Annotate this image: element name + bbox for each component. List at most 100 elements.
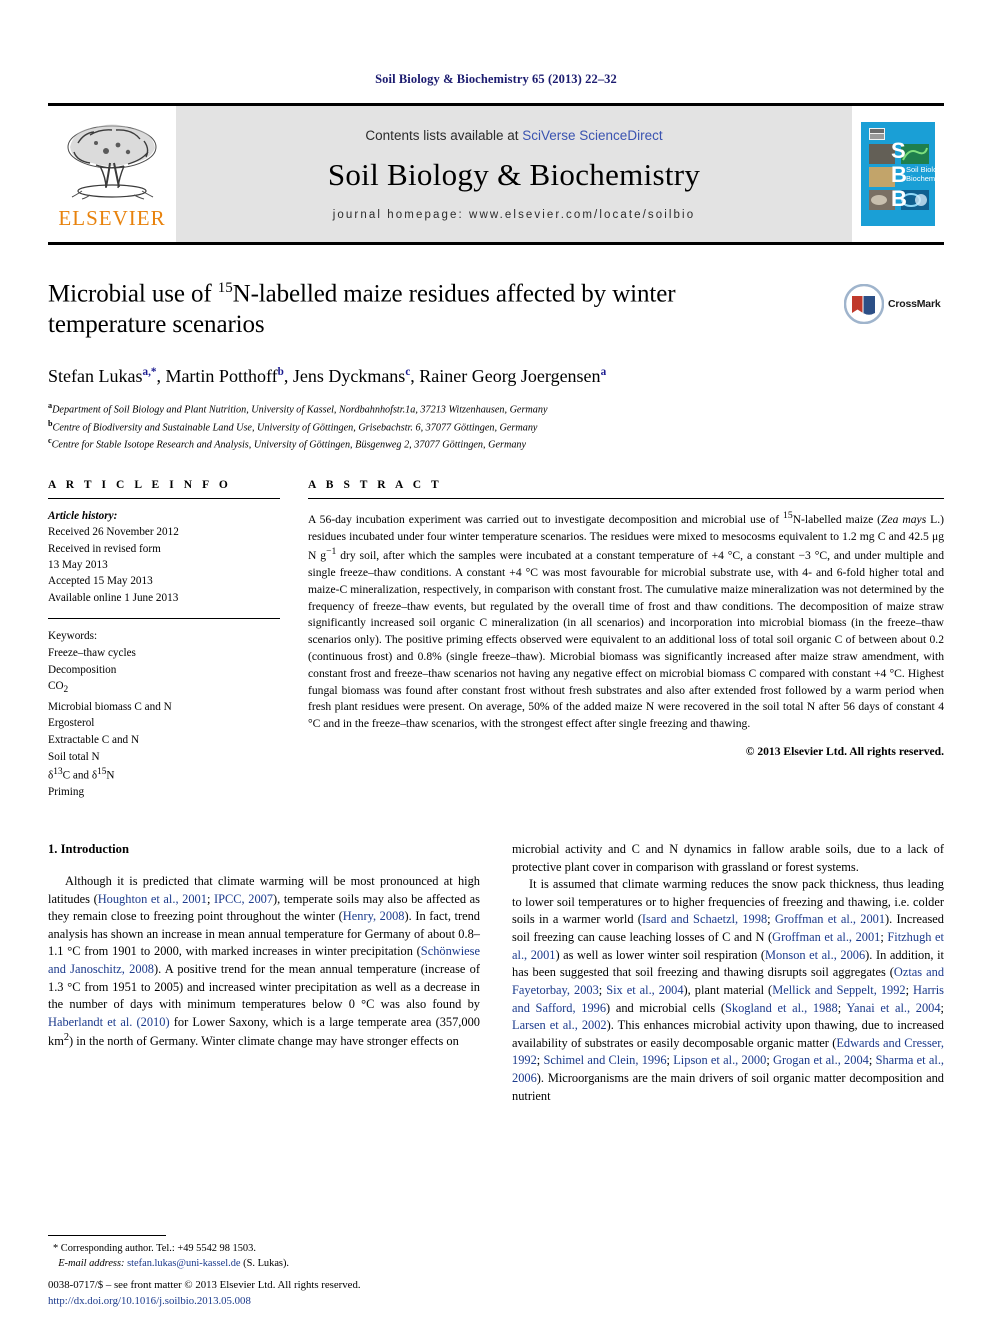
info-abstract-section: A R T I C L E I N F O Article history: R… xyxy=(48,479,944,801)
email-link[interactable]: stefan.lukas@uni-kassel.de xyxy=(127,1258,240,1269)
keywords-block: Keywords: Freeze–thaw cycles Decompositi… xyxy=(48,619,280,801)
abstract-body: A 56-day incubation experiment was carri… xyxy=(308,499,944,733)
title-text-part1: Microbial use of xyxy=(48,280,218,308)
history-item: Received 26 November 2012 xyxy=(48,526,179,539)
citation-link[interactable]: Grogan et al., 2004 xyxy=(773,1053,869,1067)
article-history-label: Article history: xyxy=(48,509,118,522)
citation-link[interactable]: Schimel and Clein, 1996 xyxy=(544,1053,667,1067)
citation-link[interactable]: Mellick and Seppelt, 1992 xyxy=(772,983,905,997)
journal-cover-image: S B B Soil Biology & Biochemistry xyxy=(861,122,935,226)
abstract-species-name: Zea mays xyxy=(881,512,927,526)
citation-link[interactable]: Houghton et al., 2001 xyxy=(98,892,207,906)
author-name: Martin Potthoff xyxy=(165,366,278,386)
citation-link[interactable]: Isard and Schaetzl, 1998 xyxy=(642,912,767,926)
footnote-area: * Corresponding author. Tel.: +49 5542 9… xyxy=(48,1234,480,1271)
affiliation-text: Department of Soil Biology and Plant Nut… xyxy=(52,404,548,416)
author-affiliation-marker: a xyxy=(600,366,607,378)
intro-text: ) as well as lower winter soil respirati… xyxy=(555,947,765,962)
elsevier-wordmark: ELSEVIER xyxy=(58,206,166,230)
affiliation-text: Centre of Biodiversity and Sustainable L… xyxy=(52,422,538,434)
article-info-heading: A R T I C L E I N F O xyxy=(48,478,232,491)
title-block: Microbial use of 15N-labelled maize resi… xyxy=(48,279,944,349)
section-heading-introduction: 1. Introduction xyxy=(48,842,129,857)
svg-text:Biochemistry: Biochemistry xyxy=(906,174,935,183)
citation-link[interactable]: Groffman et al., 2001 xyxy=(775,912,885,926)
article-body: 1. Introduction Although it is predicted… xyxy=(48,841,944,1105)
abstract-heading: A B S T R A C T xyxy=(308,478,443,491)
abstract-sup-15n: 15 xyxy=(783,509,793,521)
citation-link[interactable]: Lipson et al., 2000 xyxy=(673,1053,766,1067)
intro-text: ; xyxy=(940,1000,944,1015)
journal-masthead: ELSEVIER Contents lists available at Sci… xyxy=(48,103,944,245)
keywords-label: Keywords: xyxy=(48,629,98,642)
citation-link[interactable]: Skogland et al., 1988 xyxy=(725,1001,838,1015)
issn-copyright-line: 0038-0717/$ – see front matter © 2013 El… xyxy=(48,1278,361,1291)
intro-text: ; xyxy=(206,891,214,906)
citation-link[interactable]: Henry, 2008 xyxy=(343,909,405,923)
citation-link[interactable]: Six et al., 2004 xyxy=(606,983,683,997)
keyword-item: CO2 xyxy=(48,680,69,696)
doi-link[interactable]: http://dx.doi.org/10.1016/j.soilbio.2013… xyxy=(48,1293,361,1309)
email-label: E-mail address: xyxy=(58,1257,125,1269)
sciencedirect-link[interactable]: SciVerse ScienceDirect xyxy=(522,128,662,143)
citation-link[interactable]: Groffman et al., 2001 xyxy=(772,930,880,944)
abstract-text-2: N-labelled maize ( xyxy=(792,512,882,526)
abstract-sup-gram: −1 xyxy=(326,546,337,558)
affiliation-item: bCentre of Biodiversity and Sustainable … xyxy=(48,418,944,435)
citation-link[interactable]: Monson et al., 2006 xyxy=(765,948,865,962)
intro-text: ; xyxy=(905,982,914,997)
affiliation-item: cCentre for Stable Isotope Research and … xyxy=(48,435,944,452)
intro-text: ; xyxy=(868,1053,876,1068)
corresponding-author-note: * Corresponding author. Tel.: +49 5542 9… xyxy=(53,1242,256,1254)
author-affiliation-marker: c xyxy=(405,366,411,378)
citation-link[interactable]: Larsen et al., 2002 xyxy=(512,1018,607,1032)
svg-text:B: B xyxy=(891,162,907,187)
article-info-column: A R T I C L E I N F O Article history: R… xyxy=(48,479,280,801)
elsevier-logo: ELSEVIER xyxy=(48,106,176,242)
history-item: Received in revised form xyxy=(48,542,161,555)
intro-paragraph-left: Although it is predicted that climate wa… xyxy=(48,873,480,1051)
keyword-item: Priming xyxy=(48,786,85,799)
author-affiliation-marker: b xyxy=(277,366,284,378)
author-affiliation-marker: a,* xyxy=(142,366,157,378)
elsevier-tree-icon xyxy=(67,124,157,200)
journal-article-page: Soil Biology & Biochemistry 65 (2013) 22… xyxy=(0,0,992,1323)
intro-text: ; xyxy=(536,1053,544,1068)
email-note: E-mail address: stefan.lukas@uni-kassel.… xyxy=(48,1256,480,1271)
crossmark-badge[interactable]: CrossMark xyxy=(844,281,944,327)
body-column-left: 1. Introduction Although it is predicted… xyxy=(48,841,480,1105)
citation-link[interactable]: IPCC, 2007 xyxy=(214,892,273,906)
journal-cover-thumbnail: S B B Soil Biology & Biochemistry xyxy=(852,106,944,242)
page-title: Microbial use of 15N-labelled maize resi… xyxy=(48,279,748,340)
footer-area: 0038-0717/$ – see front matter © 2013 El… xyxy=(48,1277,361,1309)
svg-text:S: S xyxy=(891,138,906,163)
author-name: Stefan Lukas xyxy=(48,366,143,386)
affiliation-text: Centre for Stable Isotope Research and A… xyxy=(51,439,527,451)
history-item: Accepted 15 May 2013 xyxy=(48,575,153,588)
history-item: 13 May 2013 xyxy=(48,558,108,571)
masthead-center: Contents lists available at SciVerse Sci… xyxy=(176,106,852,242)
body-column-right: microbial activity and C and N dynamics … xyxy=(512,841,944,1105)
email-suffix: (S. Lukas). xyxy=(240,1257,290,1269)
keyword-item: Microbial biomass C and N xyxy=(48,700,172,713)
author-name: Rainer Georg Joergensen xyxy=(419,366,601,386)
keyword-item: Freeze–thaw cycles xyxy=(48,646,136,659)
intro-text: ) and microbial cells ( xyxy=(606,1000,726,1015)
author-name: Jens Dyckmans xyxy=(292,366,406,386)
contents-prefix: Contents lists available at xyxy=(365,127,523,143)
intro-text: ), plant material ( xyxy=(683,982,773,997)
title-superscript-15: 15 xyxy=(217,280,233,296)
history-item: Available online 1 June 2013 xyxy=(48,591,179,604)
keyword-item: Decomposition xyxy=(48,663,117,676)
keyword-item: Ergosterol xyxy=(48,717,95,730)
cover-artwork-icon: S B B Soil Biology & Biochemistry xyxy=(861,122,935,226)
journal-homepage-link[interactable]: journal homepage: www.elsevier.com/locat… xyxy=(333,209,695,221)
crossmark-label: CrossMark xyxy=(888,298,941,310)
journal-title: Soil Biology & Biochemistry xyxy=(327,156,701,192)
citation-link[interactable]: Haberlandt et al. (2010) xyxy=(48,1015,170,1029)
crossmark-icon xyxy=(844,284,884,324)
footnote-divider xyxy=(48,1234,166,1236)
intro-text: ) in the north of Germany. Winter climat… xyxy=(69,1034,459,1049)
affiliation-list: aDepartment of Soil Biology and Plant Nu… xyxy=(48,400,944,452)
citation-link[interactable]: Yanai et al., 2004 xyxy=(846,1001,940,1015)
